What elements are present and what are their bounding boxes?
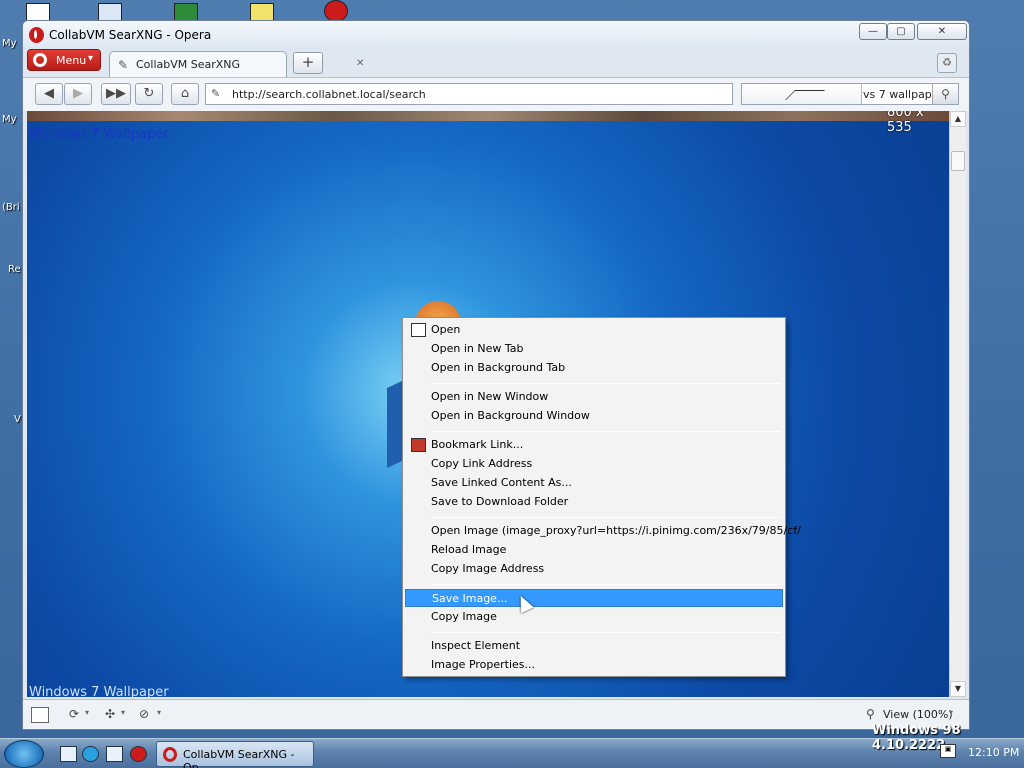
search-engine-icon <box>785 90 825 100</box>
sync-icon[interactable]: ⟳ <box>69 707 79 721</box>
menu-item-save-image[interactable]: Save Image... <box>405 589 783 607</box>
context-menu: Open Open in New Tab Open in Background … <box>402 317 801 677</box>
tray-network-icon[interactable]: ▣ <box>940 744 956 758</box>
image-caption-bottom[interactable]: Windows 7 Wallpaper <box>29 685 169 697</box>
menu-item-image-properties[interactable]: Image Properties... <box>405 656 783 674</box>
desktop-icon-opera[interactable] <box>324 0 348 22</box>
zoom-label[interactable]: View (100%) <box>883 708 953 721</box>
navigation-toolbar: ◀ ▶ ▶▶ ↻ ⌂ ✎ http://search.collabnet.loc… <box>23 77 969 111</box>
image-dimensions: 800 x 535 <box>887 111 924 135</box>
quicklaunch-app-icon[interactable] <box>106 746 123 762</box>
window-title: CollabVM SearXNG - Opera <box>49 28 212 42</box>
desktop-label-1[interactable]: My <box>2 38 17 49</box>
back-button[interactable]: ◀ <box>35 83 63 105</box>
menu-item-copy-link-address[interactable]: Copy Link Address <box>405 455 783 473</box>
home-button[interactable]: ⌂ <box>171 83 199 105</box>
zoom-caret-icon[interactable]: ▾ <box>949 708 953 717</box>
menu-separator <box>431 517 781 518</box>
quicklaunch-opera-icon[interactable] <box>130 746 147 762</box>
menu-item-save-to-download-folder[interactable]: Save to Download Folder <box>405 493 783 511</box>
menu-item-reload-image[interactable]: Reload Image <box>405 541 783 559</box>
taskbar-app-label: CollabVM SearXNG - Op... <box>183 748 295 768</box>
site-favicon-icon: ✎ <box>211 87 221 100</box>
reload-button[interactable]: ↻ <box>135 83 163 105</box>
scroll-down-button[interactable]: ▼ <box>950 681 966 697</box>
menu-separator <box>431 584 781 585</box>
address-url[interactable]: http://search.collabnet.local/search <box>232 88 426 101</box>
page-favicon-icon: ✎ <box>118 58 129 72</box>
quicklaunch-show-desktop-icon[interactable] <box>60 746 77 762</box>
opera-o-icon <box>33 53 47 67</box>
zoom-icon[interactable]: ⚲ <box>866 707 875 721</box>
search-engine-selector[interactable] <box>742 84 862 104</box>
menu-item-bookmark-link[interactable]: Bookmark Link... <box>405 436 783 454</box>
menu-item-open-new-tab[interactable]: Open in New Tab <box>405 340 783 358</box>
desktop-label-2[interactable]: My <box>2 114 17 125</box>
search-bar[interactable]: vs 7 wallpaper ⚲ <box>741 83 959 105</box>
menu-item-copy-image-address[interactable]: Copy Image Address <box>405 560 783 578</box>
menu-item-save-linked-content[interactable]: Save Linked Content As... <box>405 474 783 492</box>
menu-item-open-background-window[interactable]: Open in Background Window <box>405 407 783 425</box>
taskbar: CollabVM SearXNG - Op... <box>0 738 1024 768</box>
search-icon[interactable]: ⚲ <box>932 84 958 104</box>
maximize-button[interactable]: ▢ <box>887 23 915 40</box>
menu-item-inspect-element[interactable]: Inspect Element <box>405 637 783 655</box>
desktop-label-4[interactable]: Re <box>8 264 21 275</box>
menu-item-copy-image[interactable]: Copy Image <box>405 608 783 626</box>
image-strip <box>27 111 949 121</box>
taskbar-app-button[interactable]: CollabVM SearXNG - Op... <box>156 741 314 768</box>
status-bar: ⟳ ▾ ✣ ▾ ⊘ ▾ ⚲ View (100%) ▾ <box>23 699 969 729</box>
menu-item-open[interactable]: Open <box>405 321 783 339</box>
bookmark-icon <box>411 438 426 452</box>
image-caption-top[interactable]: Windows 7 Wallpaper <box>29 127 169 142</box>
start-button[interactable] <box>4 740 44 768</box>
tab-title: CollabVM SearXNG <box>136 58 241 71</box>
tab-collabvm-searxng[interactable]: ✎ CollabVM SearXNG ✕ <box>109 51 364 77</box>
menu-separator <box>431 383 781 384</box>
menu-item-open-background-tab[interactable]: Open in Background Tab <box>405 359 783 377</box>
sync-caret-icon[interactable]: ▾ <box>85 708 89 717</box>
tab-close-icon[interactable]: ✕ <box>356 58 364 69</box>
title-bar[interactable]: CollabVM SearXNG - Opera — ▢ ✕ <box>23 21 969 49</box>
scroll-thumb[interactable] <box>951 151 965 171</box>
forward-button[interactable]: ▶ <box>64 83 92 105</box>
tab-bar: Menu ▾ ✎ CollabVM SearXNG ✕ + ♻ <box>23 47 969 77</box>
scroll-up-button[interactable]: ▲ <box>950 111 966 127</box>
new-tab-button[interactable]: + <box>293 52 323 74</box>
opera-menu-button[interactable]: Menu ▾ <box>27 49 101 71</box>
trash-icon[interactable]: ♻ <box>937 53 957 73</box>
menu-separator <box>431 431 781 432</box>
panel-toggle-icon[interactable] <box>31 707 49 723</box>
menu-item-label: Bookmark Link... <box>431 438 524 451</box>
desktop-label-5[interactable]: V <box>14 414 21 425</box>
unite-icon[interactable]: ✣ <box>105 707 115 721</box>
quicklaunch-ie-icon[interactable] <box>82 746 99 762</box>
fast-forward-button[interactable]: ▶▶ <box>101 83 131 105</box>
close-button[interactable]: ✕ <box>917 23 967 40</box>
chevron-down-icon: ▾ <box>88 53 94 64</box>
menu-label: Menu <box>56 54 87 67</box>
address-bar[interactable]: ✎ http://search.collabnet.local/search )… <box>205 83 906 105</box>
vertical-scrollbar[interactable]: ▲ ▼ <box>949 111 966 697</box>
menu-item-open-new-window[interactable]: Open in New Window <box>405 388 783 406</box>
taskbar-clock[interactable]: 12:10 PM <box>968 746 1019 759</box>
turbo-icon[interactable]: ⊘ <box>139 707 149 721</box>
menu-item-open-image[interactable]: Open Image (image_proxy?url=https://i.pi… <box>405 522 801 540</box>
menu-item-label: Open <box>431 323 461 336</box>
turbo-caret-icon[interactable]: ▾ <box>157 708 161 717</box>
minimize-button[interactable]: — <box>859 23 887 40</box>
open-icon <box>411 323 426 337</box>
desktop-label-3[interactable]: (Bri <box>2 202 20 213</box>
opera-logo-icon <box>163 747 177 762</box>
opera-logo-icon <box>29 27 44 43</box>
menu-separator <box>431 632 781 633</box>
unite-caret-icon[interactable]: ▾ <box>121 708 125 717</box>
